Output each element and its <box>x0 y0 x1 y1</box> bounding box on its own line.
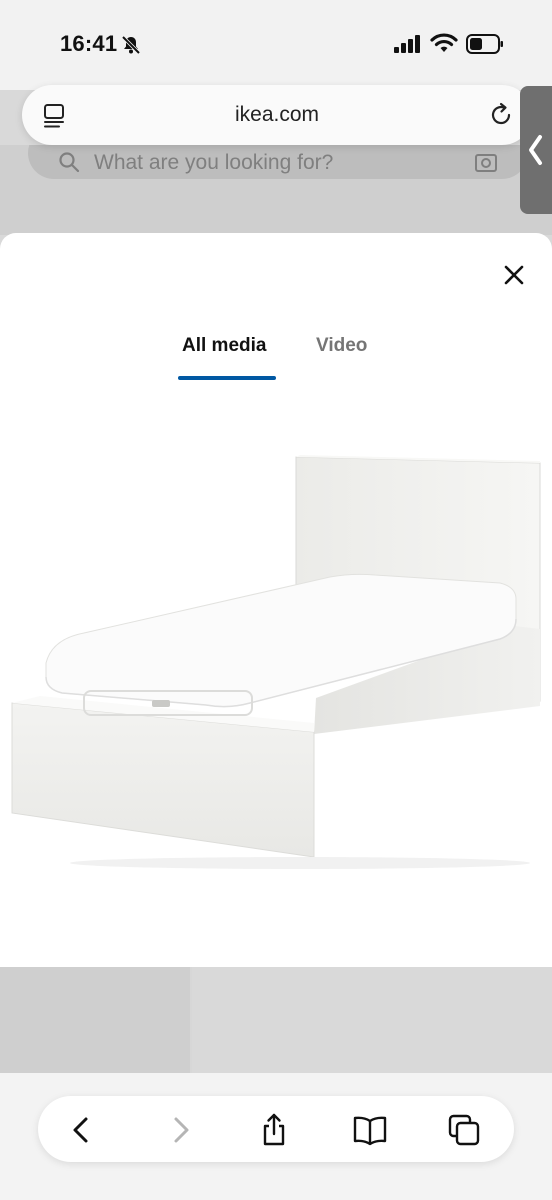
chevron-right-icon <box>174 1117 189 1143</box>
browser-toolbar <box>38 1096 514 1162</box>
share-icon <box>263 1113 285 1146</box>
tab-video[interactable]: Video <box>316 335 367 357</box>
media-tabs: All media Video <box>0 329 552 384</box>
close-button[interactable] <box>498 259 530 291</box>
close-icon <box>504 265 524 285</box>
wifi-icon <box>430 32 458 59</box>
active-tab-indicator <box>178 376 276 380</box>
bookmarks-icon <box>353 1116 387 1146</box>
cellular-signal-icon <box>394 34 422 59</box>
tab-all-media[interactable]: All media <box>182 335 266 357</box>
chevron-left-icon <box>73 1117 88 1143</box>
product-image[interactable] <box>0 383 552 967</box>
tabs-button[interactable] <box>446 1112 482 1148</box>
battery-icon <box>466 34 504 59</box>
reload-icon[interactable] <box>488 102 514 133</box>
forward-button[interactable] <box>162 1112 198 1148</box>
url-text[interactable]: ikea.com <box>22 103 532 127</box>
status-bar: 16:41 <box>0 0 552 90</box>
side-panel-tab[interactable] <box>520 86 552 214</box>
media-thumbnail[interactable] <box>0 967 190 1073</box>
share-button[interactable] <box>256 1112 292 1148</box>
bed-illustration <box>11 455 541 869</box>
tabs-icon <box>448 1114 480 1146</box>
browser-bottom-area <box>0 1073 552 1200</box>
camera-icon <box>474 151 498 178</box>
bookmarks-button[interactable] <box>352 1112 388 1148</box>
media-thumbnail-strip <box>0 967 552 1073</box>
background-page: What are you looking for? <box>0 145 552 235</box>
background-search-placeholder: What are you looking for? <box>94 151 334 174</box>
address-bar[interactable]: ikea.com <box>22 85 532 145</box>
media-modal: All media Video <box>0 233 552 1073</box>
search-icon <box>58 151 80 178</box>
media-thumbnail[interactable] <box>192 967 552 1073</box>
back-button[interactable] <box>64 1112 100 1148</box>
silent-bell-icon <box>120 34 142 61</box>
chevron-left-icon <box>529 135 542 165</box>
status-time: 16:41 <box>60 31 118 56</box>
